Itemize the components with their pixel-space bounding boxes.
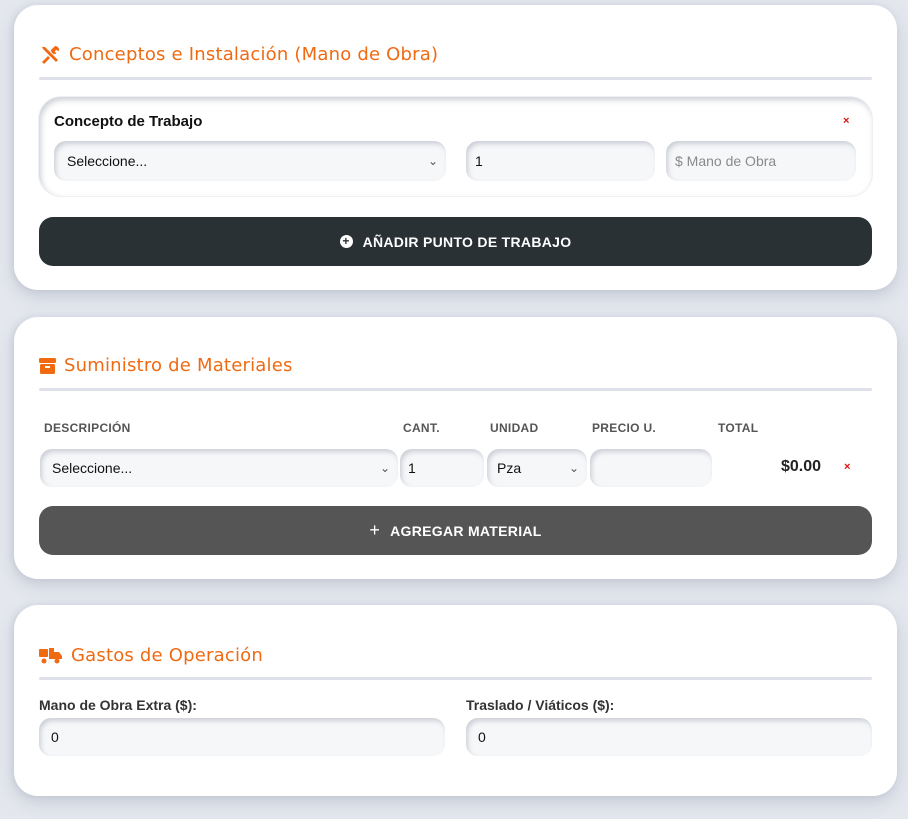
operations-title-text: Gastos de Operación <box>71 645 263 666</box>
materials-section-title: Suministro de Materiales <box>39 355 293 376</box>
remove-concept-button[interactable]: × <box>843 115 849 127</box>
tools-icon <box>39 45 61 65</box>
material-description-select[interactable]: Seleccione... ⌄ <box>40 449 398 487</box>
extra-labor-input[interactable]: 0 <box>39 718 445 756</box>
concept-select[interactable]: Seleccione... ⌄ <box>54 141 446 181</box>
labor-card: Conceptos e Instalación (Mano de Obra) C… <box>14 5 897 290</box>
column-header-unit-price: PRECIO U. <box>592 421 657 435</box>
truck-icon <box>39 647 63 665</box>
chevron-down-icon: ⌄ <box>379 461 390 475</box>
labor-price-placeholder: $ Mano de Obra <box>675 153 777 169</box>
material-quantity-input[interactable]: 1 <box>400 449 484 487</box>
extra-labor-label: Mano de Obra Extra ($): <box>39 697 197 713</box>
material-description-value: Seleccione... <box>52 460 133 476</box>
extra-labor-value: 0 <box>51 729 59 745</box>
work-concept-item: Concepto de Trabajo × Seleccione... ⌄ 1 … <box>39 97 872 196</box>
labor-divider <box>39 77 872 80</box>
labor-section-title: Conceptos e Instalación (Mano de Obra) <box>39 44 438 65</box>
materials-title-text: Suministro de Materiales <box>64 355 293 376</box>
operations-divider <box>39 677 872 680</box>
material-unit-value: Pza <box>497 460 522 476</box>
operations-card: Gastos de Operación Mano de Obra Extra (… <box>14 605 897 796</box>
column-header-quantity: CANT. <box>403 421 440 435</box>
column-header-total: TOTAL <box>718 421 759 435</box>
plus-icon: + <box>369 520 381 540</box>
column-header-description: DESCRIPCIÓN <box>44 421 131 435</box>
material-total-value: $0.00 <box>781 458 822 475</box>
operations-section-title: Gastos de Operación <box>39 645 263 666</box>
travel-input[interactable]: 0 <box>466 718 872 756</box>
travel-label: Traslado / Viáticos ($): <box>466 697 615 713</box>
add-material-label: AGREGAR MATERIAL <box>390 522 542 539</box>
travel-value: 0 <box>478 729 486 745</box>
remove-material-button[interactable]: × <box>844 461 850 473</box>
material-quantity-value: 1 <box>408 460 416 476</box>
material-unit-price-input[interactable] <box>590 449 712 487</box>
concept-select-value: Seleccione... <box>67 153 148 169</box>
column-header-unit: UNIDAD <box>490 421 539 435</box>
add-material-button[interactable]: + AGREGAR MATERIAL <box>39 506 872 555</box>
concept-quantity-value: 1 <box>475 153 483 169</box>
box-icon <box>39 357 56 374</box>
labor-price-input[interactable]: $ Mano de Obra <box>666 141 856 181</box>
chevron-down-icon: ⌄ <box>568 461 579 475</box>
add-work-point-label: AÑADIR PUNTO DE TRABAJO <box>362 233 572 250</box>
materials-divider <box>39 388 872 391</box>
chevron-down-icon: ⌄ <box>427 154 438 168</box>
material-unit-select[interactable]: Pza ⌄ <box>487 449 587 487</box>
materials-card: Suministro de Materiales DESCRIPCIÓN CAN… <box>14 317 897 579</box>
concept-quantity-input[interactable]: 1 <box>466 141 655 181</box>
concept-label: Concepto de Trabajo <box>54 113 203 130</box>
plus-circle-icon: + <box>339 235 353 248</box>
add-work-point-button[interactable]: + AÑADIR PUNTO DE TRABAJO <box>39 217 872 266</box>
labor-title-text: Conceptos e Instalación (Mano de Obra) <box>69 44 439 65</box>
